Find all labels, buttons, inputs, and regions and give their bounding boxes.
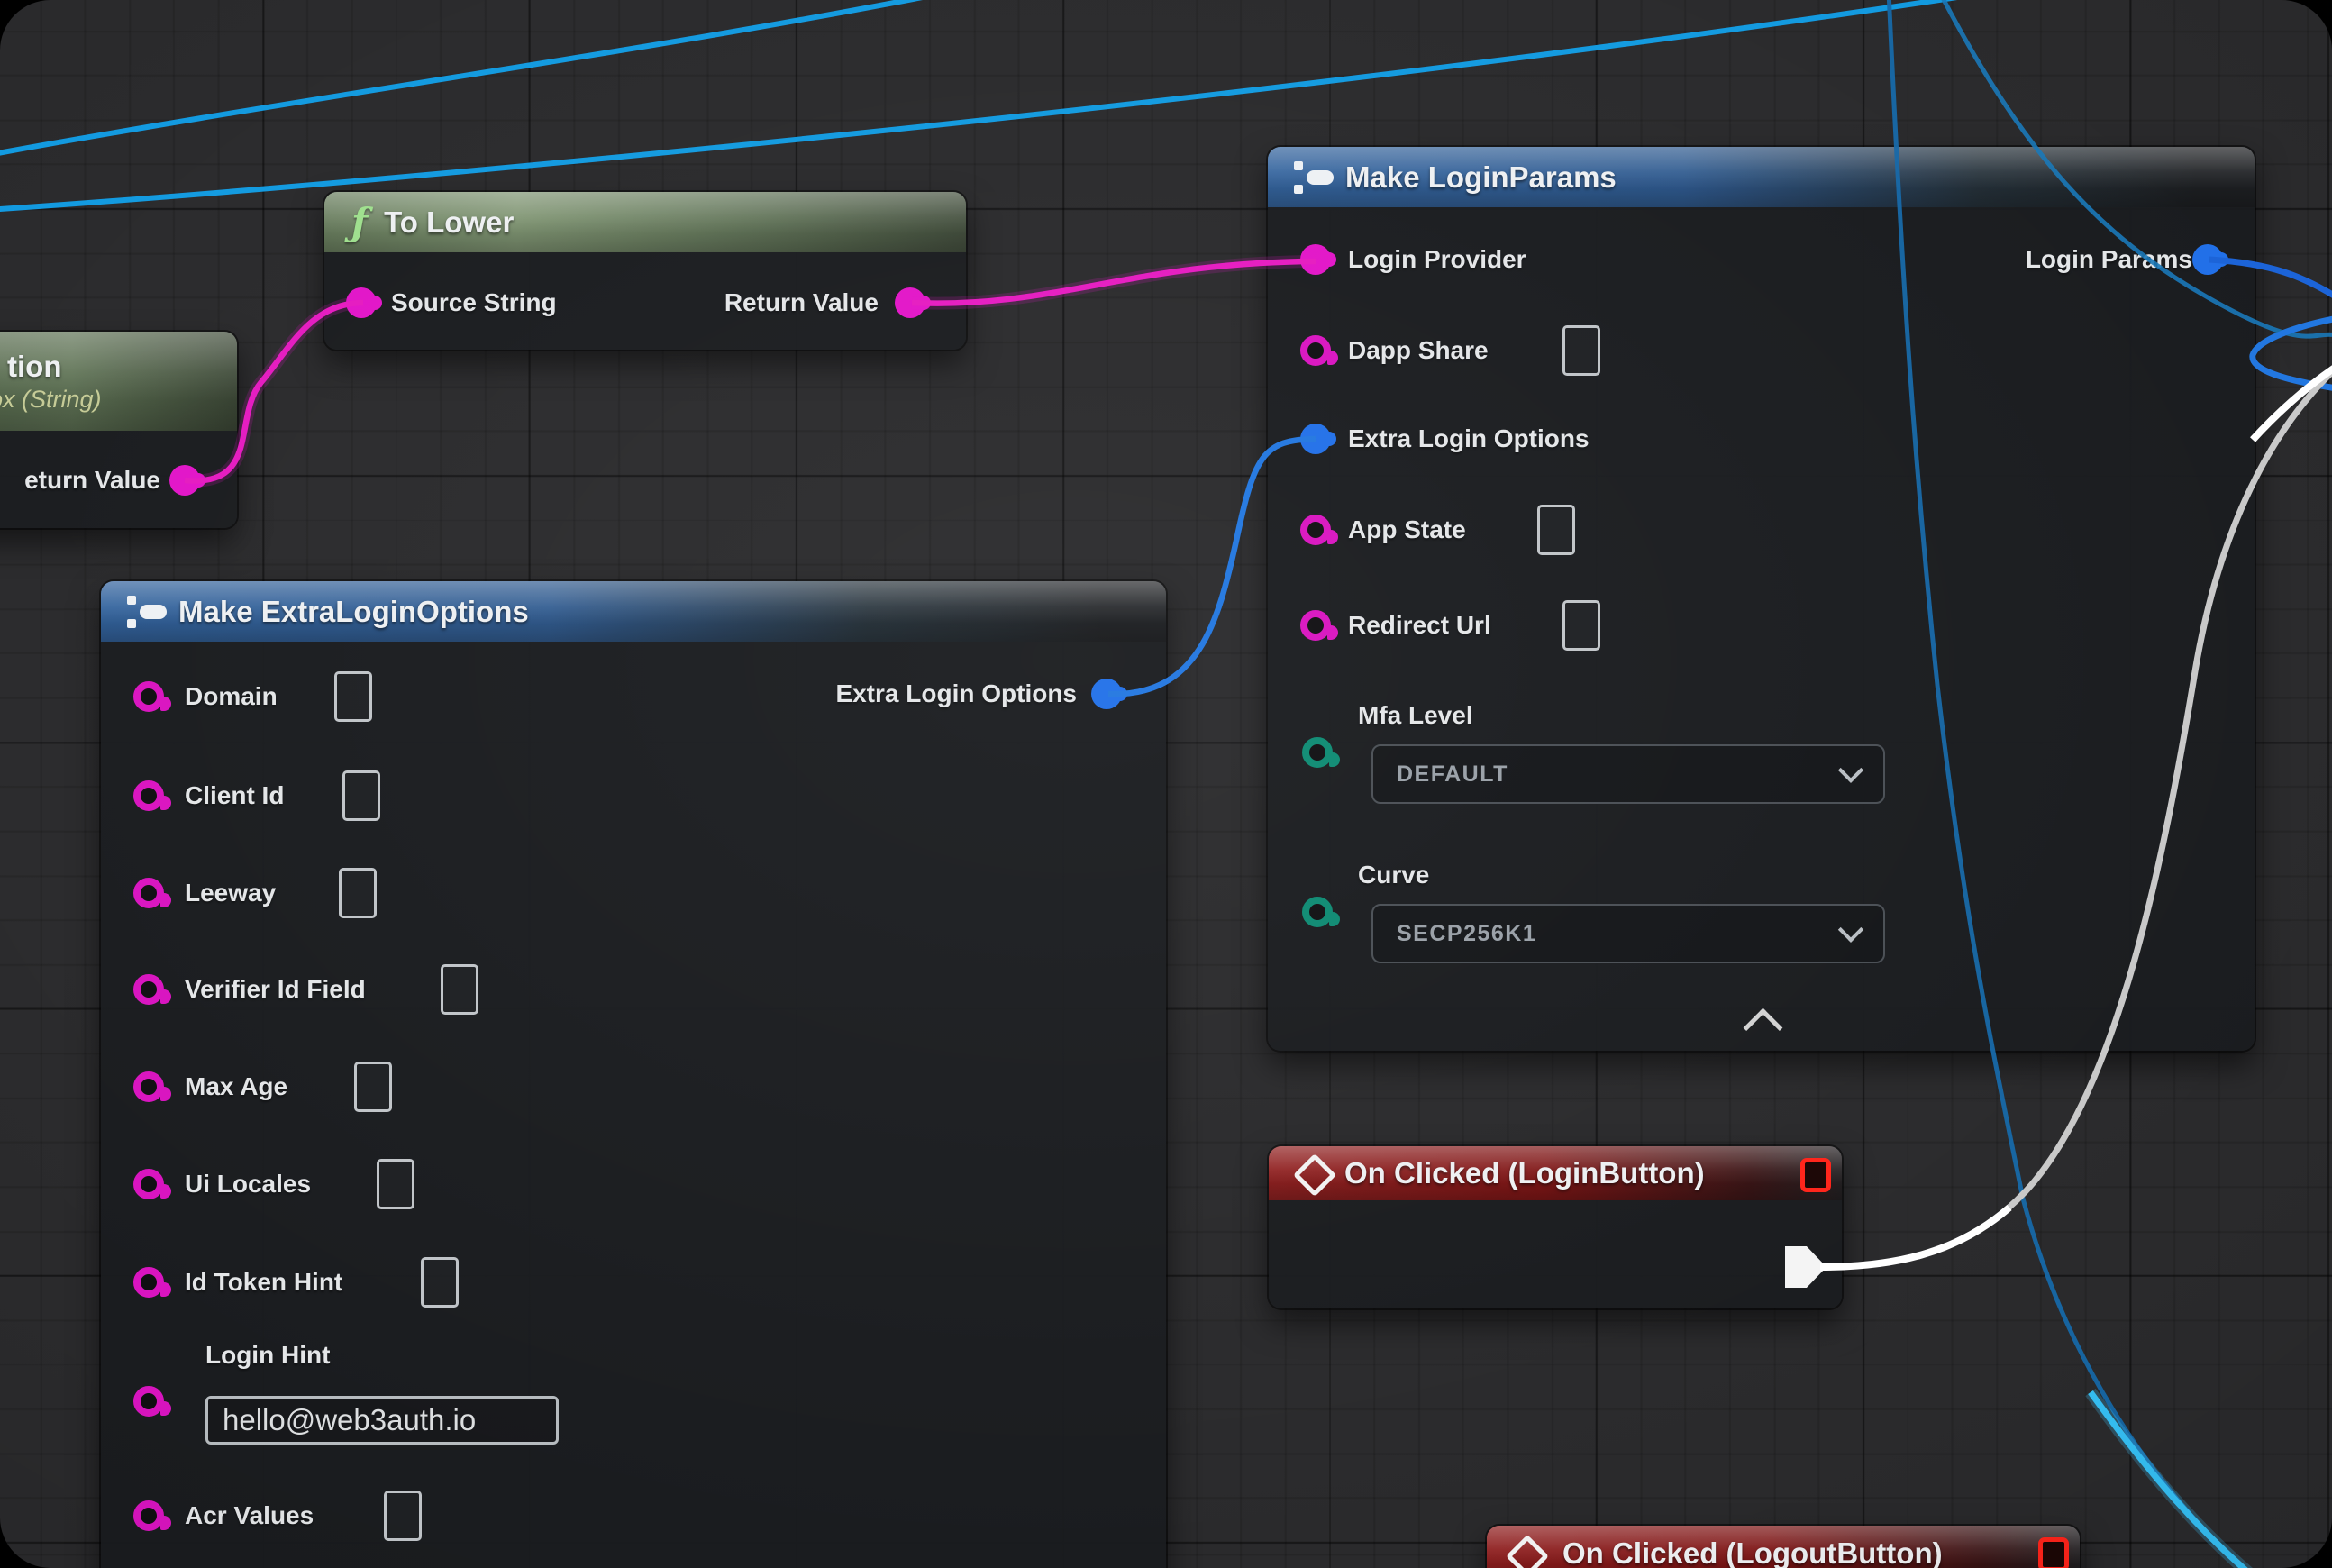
checkbox-verifier-id-field[interactable] <box>441 964 478 1015</box>
node-make-extraloginoptions[interactable]: Make ExtraLoginOptions Domain Client Id … <box>101 581 1166 1568</box>
pin-label-source-string: Source String <box>391 287 557 318</box>
pin-label-app-state: App State <box>1348 515 1466 545</box>
node-make-loginparams[interactable]: Make LoginParams Login Provider Dapp Sha… <box>1268 147 2255 1051</box>
pin-label-client-id: Client Id <box>185 780 284 811</box>
checkbox-id-token-hint[interactable] <box>421 1257 459 1308</box>
checkbox-redirect-url[interactable] <box>1562 600 1600 651</box>
chevron-down-icon <box>1838 758 1863 783</box>
node-title: To Lower <box>384 205 514 240</box>
checkbox-acr-values[interactable] <box>384 1491 422 1541</box>
pin-label-return-value: eturn Value <box>0 465 160 496</box>
event-diamond-icon <box>1293 1153 1336 1197</box>
node-on-clicked-logoutbutton[interactable]: On Clicked (LogoutButton) <box>1487 1526 2080 1568</box>
pin-label-login-params-out: Login Params <box>1976 244 2192 275</box>
pin-label-ui-locales: Ui Locales <box>185 1169 311 1199</box>
pin-label-verifier-id-field: Verifier Id Field <box>185 974 366 1005</box>
input-pin-max-age[interactable] <box>133 1071 164 1102</box>
input-pin-curve[interactable] <box>1302 897 1333 927</box>
chevron-down-icon <box>1838 917 1863 943</box>
input-pin-client-id[interactable] <box>133 780 164 811</box>
input-pin-mfa-level[interactable] <box>1302 737 1333 768</box>
collapse-node-chevron[interactable] <box>1744 1008 1783 1048</box>
input-pin-ui-locales[interactable] <box>133 1169 164 1199</box>
input-pin-leeway[interactable] <box>133 878 164 908</box>
node-on-clicked-loginbutton[interactable]: On Clicked (LoginButton) <box>1269 1146 1842 1308</box>
checkbox-app-state[interactable] <box>1537 505 1575 555</box>
checkbox-ui-locales[interactable] <box>377 1159 414 1209</box>
pin-label-extra-login-options-out: Extra Login Options <box>788 679 1077 709</box>
curve-value: SECP256K1 <box>1397 921 1536 947</box>
pin-label-return-value: Return Value <box>680 287 879 318</box>
login-hint-text-input[interactable]: hello@web3auth.io <box>205 1396 559 1445</box>
curve-dropdown[interactable]: SECP256K1 <box>1371 904 1885 963</box>
pin-label-login-provider: Login Provider <box>1348 244 1526 275</box>
node-subtitle-fragment: ox (String) <box>0 386 102 414</box>
mfa-level-value: DEFAULT <box>1397 761 1508 788</box>
pin-label-dapp-share: Dapp Share <box>1348 335 1489 366</box>
input-pin-acr-values[interactable] <box>133 1500 164 1531</box>
pin-label-max-age: Max Age <box>185 1071 287 1102</box>
delegate-pin[interactable] <box>2038 1537 2069 1568</box>
mfa-level-dropdown[interactable]: DEFAULT <box>1371 744 1885 804</box>
pin-label-mfa-level: Mfa Level <box>1358 700 1473 731</box>
delegate-pin[interactable] <box>1800 1158 1831 1192</box>
node-title: On Clicked (LoginButton) <box>1344 1156 1705 1190</box>
node-title: On Clicked (LogoutButton) <box>1562 1536 1943 1568</box>
pin-label-extra-login-options: Extra Login Options <box>1348 424 1590 454</box>
blueprint-graph-canvas[interactable]: tion ox (String) eturn Value ƒ To Lower … <box>0 0 2332 1568</box>
pin-label-acr-values: Acr Values <box>185 1500 314 1531</box>
input-pin-verifier-id-field[interactable] <box>133 974 164 1005</box>
input-pin-redirect-url[interactable] <box>1300 610 1331 641</box>
input-pin-dapp-share[interactable] <box>1300 335 1331 366</box>
node-title: Make LoginParams <box>1345 160 1617 195</box>
pin-label-domain: Domain <box>185 681 278 712</box>
checkbox-leeway[interactable] <box>339 868 377 918</box>
checkbox-max-age[interactable] <box>354 1062 392 1112</box>
function-icon: ƒ <box>351 200 368 244</box>
input-pin-login-hint[interactable] <box>133 1386 164 1417</box>
checkbox-client-id[interactable] <box>342 770 380 821</box>
node-title: Make ExtraLoginOptions <box>178 595 529 629</box>
pin-label-leeway: Leeway <box>185 878 276 908</box>
event-diamond-icon <box>1506 1535 1549 1568</box>
pin-label-id-token-hint: Id Token Hint <box>185 1267 342 1298</box>
input-pin-app-state[interactable] <box>1300 515 1331 545</box>
input-pin-domain[interactable] <box>133 681 164 712</box>
node-title-fragment: tion <box>7 350 61 384</box>
make-struct-icon <box>126 593 168 631</box>
pin-label-login-hint: Login Hint <box>205 1340 330 1371</box>
checkbox-dapp-share[interactable] <box>1562 325 1600 376</box>
pin-label-curve: Curve <box>1358 860 1429 890</box>
checkbox-domain[interactable] <box>334 671 372 722</box>
input-pin-id-token-hint[interactable] <box>133 1267 164 1298</box>
node-partial-function[interactable]: tion ox (String) eturn Value <box>0 332 237 528</box>
node-to-lower[interactable]: ƒ To Lower Source String Return Value <box>324 192 966 350</box>
make-struct-icon <box>1293 159 1335 196</box>
pin-label-redirect-url: Redirect Url <box>1348 610 1491 641</box>
